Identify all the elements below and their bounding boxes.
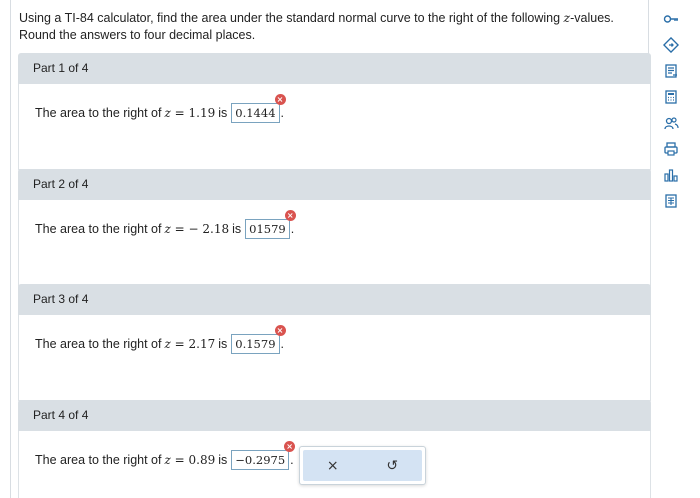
period: . [290,453,294,467]
part-3: Part 3 of 4 The area to the right of z =… [18,284,651,415]
question-text: The area to the right of [35,453,162,467]
part-2-question: The area to the right of z = − 2.18 is 0… [35,210,296,239]
part-3-body: The area to the right of z = 2.17 is 0.1… [18,315,651,401]
is-label: is [232,222,242,236]
is-label: is [218,106,228,120]
z-expression: z = 2.17 [164,337,216,351]
instructions-line1-post: -values. [570,11,614,25]
hint-icon[interactable] [658,34,684,56]
part-1: Part 1 of 4 The area to the right of z =… [18,53,651,184]
part-1-header: Part 1 of 4 [18,53,651,84]
z-expression: z = 1.19 [164,106,216,120]
calculator-icon[interactable] [658,86,684,108]
error-icon: × [284,210,296,221]
question-text: The area to the right of [35,106,162,120]
left-border [10,0,11,498]
answer-toolbar-popup: × ↺ [299,446,426,485]
error-icon: × [274,94,286,105]
part-3-header: Part 3 of 4 [18,284,651,315]
error-icon: × [284,441,296,452]
print-icon[interactable] [658,138,684,160]
instructions-line2: Round the answers to four decimal places… [19,28,256,42]
part-1-question: The area to the right of z = 1.19 is 0.1… [35,94,286,123]
instructions-line1-pre: Using a TI-84 calculator, find the area … [19,11,564,25]
part-4-question: The area to the right of z = 0.89 is −0.… [35,441,296,470]
popup-inner: × ↺ [303,450,422,481]
clear-button[interactable]: × [313,458,353,474]
z-expression: z = − 2.18 [164,222,230,236]
answer-input[interactable]: −0.2975 × [231,441,296,470]
question-text: The area to the right of [35,222,162,236]
z-expression: z = 0.89 [164,453,216,467]
answer-input[interactable]: 0.1444 × [231,94,286,123]
stats-icon[interactable] [658,164,684,186]
part-1-body: The area to the right of z = 1.19 is 0.1… [18,84,651,170]
undo-button[interactable]: ↺ [372,458,412,474]
instructions: Using a TI-84 calculator, find the area … [19,9,639,44]
key-icon[interactable] [658,8,684,30]
question-text: The area to the right of [35,337,162,351]
notes-icon[interactable] [658,60,684,82]
part-2-body: The area to the right of z = − 2.18 is 0… [18,200,651,286]
period: . [280,106,284,120]
is-label: is [218,337,228,351]
page: Using a TI-84 calculator, find the area … [0,0,700,498]
people-icon[interactable] [658,112,684,134]
part-4-header: Part 4 of 4 [18,400,651,431]
period: . [290,222,295,236]
answer-input[interactable]: 01579 × [245,210,296,239]
part-3-question: The area to the right of z = 2.17 is 0.1… [35,325,286,354]
error-icon: × [274,325,286,336]
side-toolbar [658,8,684,216]
period: . [280,337,284,351]
answer-input[interactable]: 0.1579 × [231,325,286,354]
part-2: Part 2 of 4 The area to the right of z =… [18,169,651,300]
is-label: is [218,453,228,467]
part-2-header: Part 2 of 4 [18,169,651,200]
data-table-icon[interactable] [658,190,684,212]
